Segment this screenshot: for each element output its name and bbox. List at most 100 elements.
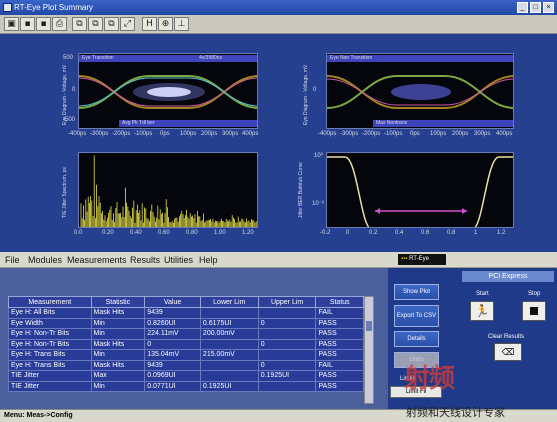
eye-left-ytick: 500 [63, 55, 74, 61]
table-row[interactable]: TIE Jitter Min 0.0771UI 0.1925UI PASS [8, 380, 364, 392]
table-cell: Eye H: Non-Tr Bits [8, 328, 92, 340]
save-as-icon[interactable]: ▪ [36, 17, 51, 31]
bathtub-xtick: 0.8 [447, 230, 456, 236]
tie-xtick: 0.0 [74, 230, 83, 236]
table-row[interactable]: Eye H: All Bits Mask Hits 9439 FAIL [8, 307, 364, 319]
table-cell: Mask Hits [90, 307, 146, 319]
minimize-button[interactable]: _ [517, 2, 528, 13]
eye-left-xtick: 100ps [180, 131, 197, 137]
table-cell: 0 [257, 317, 317, 329]
menu-bar: File Modules Measurements Results Utilit… [0, 252, 557, 268]
table-cell: 0 [144, 338, 201, 350]
maximize-button[interactable]: □ [530, 2, 541, 13]
table-cell: 0.6175UI [199, 317, 259, 329]
ber-bathtub-curve [326, 152, 514, 228]
clear-results-label: Clear Results [488, 334, 525, 340]
column-header[interactable]: Lower Lim [199, 296, 259, 308]
start-button[interactable]: 🏃 [470, 301, 494, 321]
eye-right-xtick: -200ps [362, 131, 381, 137]
bathtub-xtick: 0.2 [369, 230, 378, 236]
table-row[interactable]: Eye Width Min 0.8260UI 0.6175UI 0 PASS [8, 317, 364, 329]
table-cell: PASS [315, 370, 364, 382]
window-title: RT-Eye Plot Summary [14, 3, 93, 12]
start-label: Start [476, 291, 489, 297]
show-plot-button[interactable]: Show Plot [394, 284, 439, 300]
table-cell: PASS [315, 328, 364, 340]
table-cell: PASS [315, 349, 364, 361]
table-cell: 0.1925UI [257, 370, 317, 382]
save-icon[interactable]: ▪ [20, 17, 35, 31]
table-row[interactable]: TIE Jitter Max 0.0969UI 0.1925UI PASS [8, 370, 364, 382]
export-csv-button[interactable]: Export To CSV [394, 305, 439, 327]
film-icon[interactable]: ▣ [4, 17, 19, 31]
table-scrollbar[interactable] [364, 296, 374, 404]
rt-eye-app: File Modules Measurements Results Utilit… [0, 252, 557, 422]
table-cell [257, 349, 317, 361]
copy-plot-icon[interactable]: ⧉ [72, 17, 87, 31]
table-cell: 135.04mV [144, 349, 201, 361]
details-button[interactable]: Details [394, 331, 439, 347]
table-row[interactable]: Eye H: Non-Tr Bits Min 224.11mV 200.00mV PAS… [8, 328, 364, 340]
pci-express-panel: PCI Express Start Stop 🏃 Clear Results ⌫ [458, 268, 557, 409]
column-header[interactable]: Statistic [90, 296, 146, 308]
table-cell: Eye H: Trans Bits [8, 359, 92, 371]
paste-icon[interactable]: ⧉ [104, 17, 119, 31]
print-icon[interactable]: ⎙ [52, 17, 67, 31]
eye-left-ytick: 0 [72, 87, 76, 93]
table-cell: Min [90, 380, 146, 392]
column-header[interactable]: Upper Lim [257, 296, 317, 308]
status-bar: Menu: Meas->Config [0, 409, 557, 422]
table-row[interactable]: Eye H: Trans Bits Mask Hits 9439 0 FAIL [8, 359, 364, 371]
table-cell: 224.11mV [144, 328, 201, 340]
broom-icon: ⌫ [501, 347, 515, 357]
tie-xtick: 0.60 [158, 230, 170, 236]
table-cell: Min [90, 349, 146, 361]
tie-xtick: 1.00 [214, 230, 226, 236]
table-row[interactable]: Eye H: Non-Tr Bits Mask Hits 0 0 PASS [8, 338, 364, 350]
bathtub-ylabel: Jitter BER Bathtub Curve [298, 162, 304, 218]
table-cell: Mask Hits [90, 359, 146, 371]
undo-button[interactable]: Undo [394, 352, 439, 368]
action-button-panel: Show Plot Export To CSV Details Undo Lim… [388, 268, 458, 409]
cursor-icon[interactable]: ⤢ [120, 17, 135, 31]
header-icon[interactable]: H [142, 17, 157, 31]
eye-left-xtick: 400ps [242, 131, 259, 137]
table-cell: FAIL [315, 307, 364, 319]
eye-diagram-right: Eye Non Transition Max Nontrans [326, 53, 514, 129]
table-cell: Min [90, 317, 146, 329]
close-button[interactable]: × [543, 2, 554, 13]
stop-button[interactable] [522, 301, 546, 321]
limits-file-field[interactable]: Limit Fil [390, 386, 442, 398]
clear-results-button[interactable]: ⌫ [494, 343, 522, 361]
table-cell: 0.8260UI [144, 317, 201, 329]
menu-utilities[interactable]: Utilities [164, 255, 193, 265]
stop-label: Stop [528, 291, 541, 297]
scrollbar-thumb[interactable] [366, 321, 372, 331]
bathtub-ytick: 10⁻⁶ [312, 201, 325, 207]
menu-file[interactable]: File [5, 255, 20, 265]
table-row[interactable]: Eye H: Trans Bits Min 135.04mV 215.00mV PASS [8, 349, 364, 361]
menu-results[interactable]: Results [130, 255, 160, 265]
table-cell [257, 328, 317, 340]
column-header[interactable]: Measurement [8, 296, 92, 308]
tie-xtick: 0.40 [130, 230, 142, 236]
tie-xtick: 0.80 [186, 230, 198, 236]
bathtub-xtick: 0 [346, 230, 350, 236]
eye-left-xtick: -400ps [68, 131, 87, 137]
column-header[interactable]: Value [144, 296, 201, 308]
column-header[interactable]: Status [315, 296, 364, 308]
eye-left-xtick: -100ps [134, 131, 153, 137]
menu-help[interactable]: Help [199, 255, 218, 265]
menu-measurements[interactable]: Measurements [67, 255, 127, 265]
eye-right-trace [327, 75, 513, 109]
limits-label: Limits [400, 376, 416, 382]
zoom-icon[interactable]: ⊕ [158, 17, 173, 31]
table-cell: Eye H: All Bits [8, 307, 92, 319]
annotate-icon[interactable]: ⊥ [174, 17, 189, 31]
eye-right-xtick: -100ps [384, 131, 403, 137]
menu-modules[interactable]: Modules [28, 255, 62, 265]
tie-xtick: 0.20 [102, 230, 114, 236]
copy-all-icon[interactable]: ⧉ [88, 17, 103, 31]
eye-left-trace [79, 75, 257, 109]
table-cell: 9439 [144, 359, 201, 371]
